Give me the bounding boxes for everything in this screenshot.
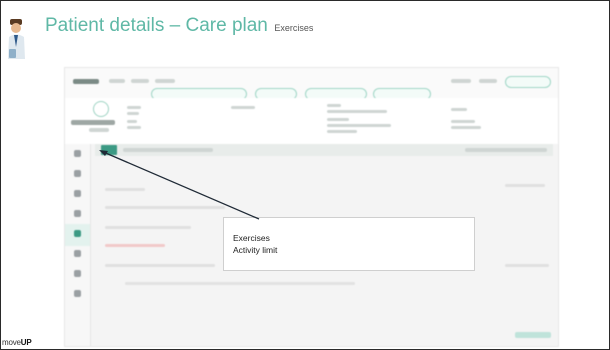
brand-up: UP (20, 338, 32, 347)
slide: Patient details – Care plan Exercises Ex… (0, 0, 610, 350)
brand-move: move (2, 338, 21, 347)
moveup-logo: moveUP (2, 338, 32, 347)
callout-arrow (99, 150, 260, 220)
